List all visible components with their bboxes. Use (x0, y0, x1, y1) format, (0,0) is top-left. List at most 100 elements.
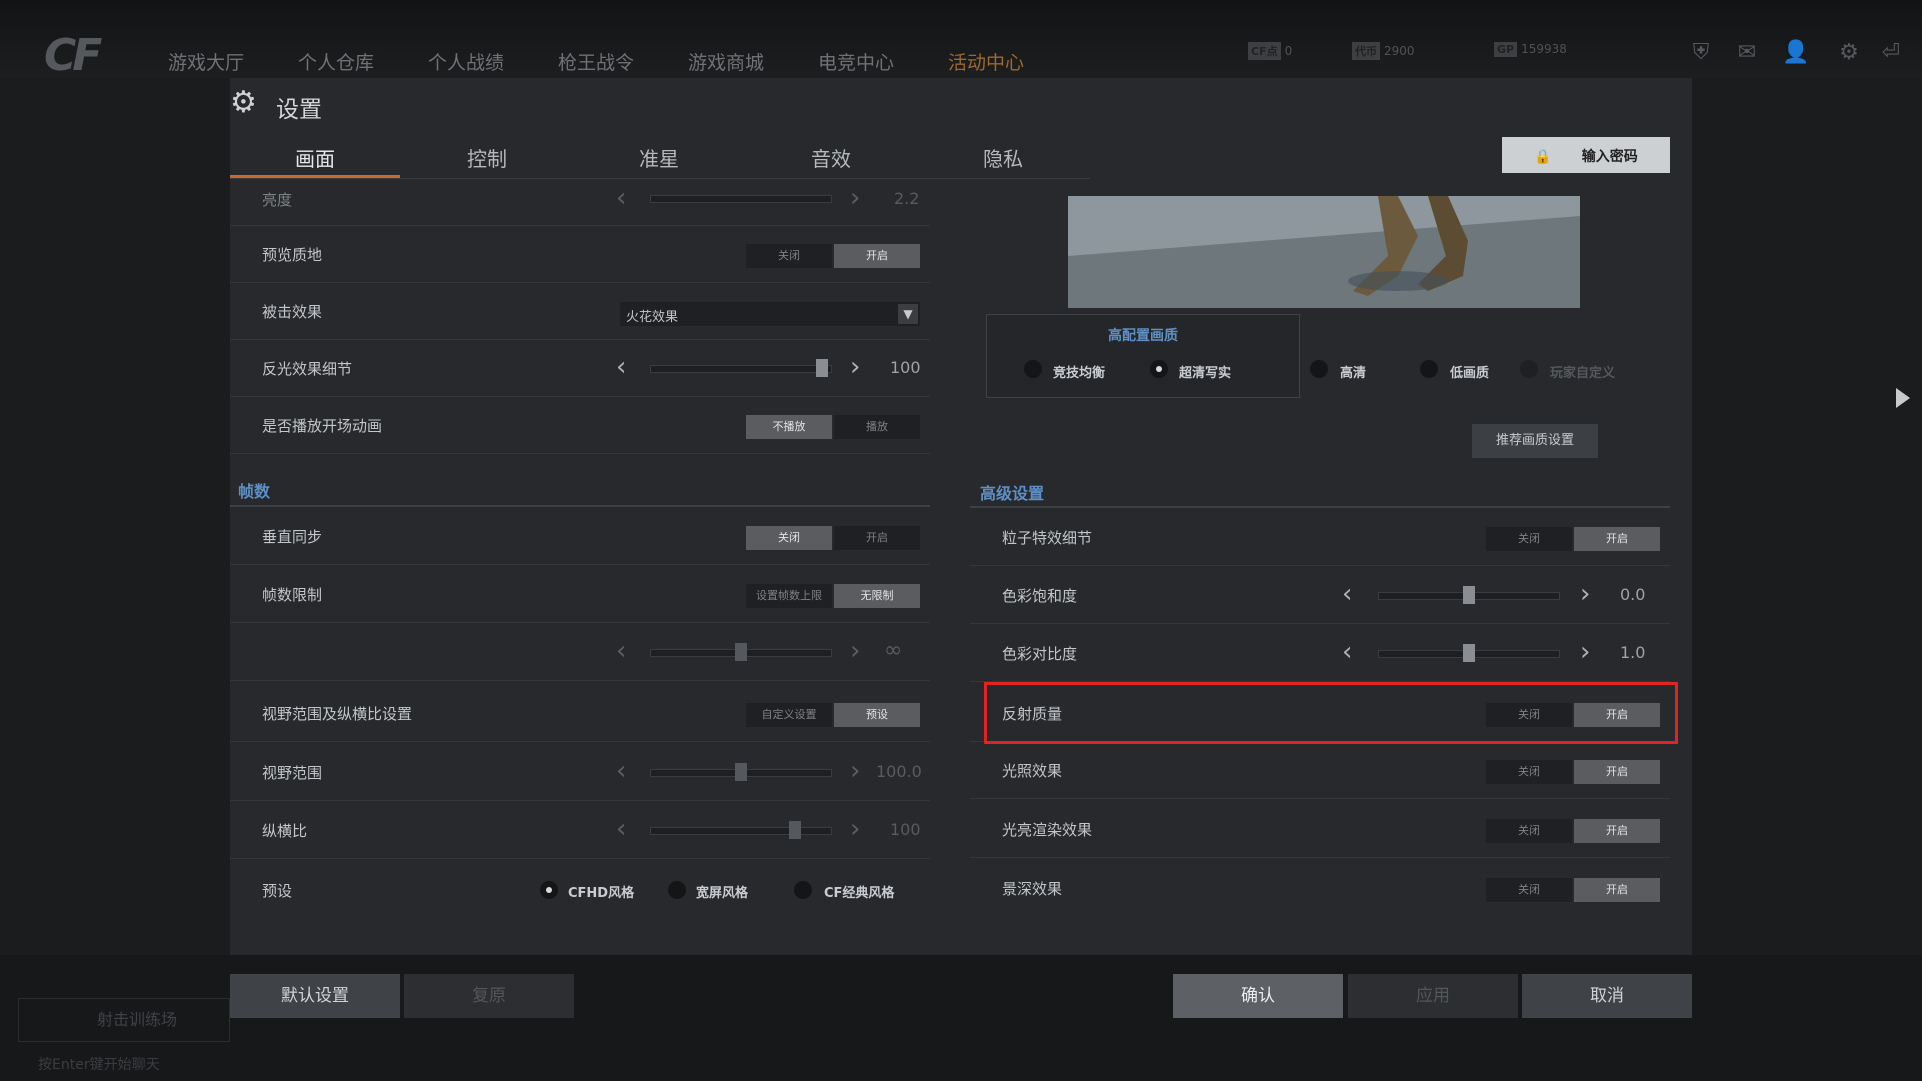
fov-slider[interactable] (650, 763, 832, 781)
chevron-left-icon[interactable]: ‹ (1342, 639, 1352, 665)
chevron-left-icon[interactable]: ‹ (1342, 581, 1352, 607)
particle-toggle: 关闭 开启 (1486, 527, 1660, 551)
brightness-label: 亮度 (262, 191, 293, 209)
chevron-left-icon[interactable]: ‹ (616, 354, 626, 380)
toggle-on[interactable]: 开启 (1574, 527, 1660, 551)
cancel-button[interactable]: 取消 (1522, 974, 1692, 1018)
default-settings-button[interactable]: 默认设置 (230, 974, 400, 1018)
contrast-slider[interactable] (1378, 644, 1560, 662)
chevron-left-icon[interactable]: ‹ (616, 185, 626, 211)
slider-thumb[interactable] (788, 821, 801, 839)
chevron-right-icon[interactable]: › (850, 185, 860, 211)
enter-password-button[interactable]: 🔒 输入密码 (1502, 137, 1670, 173)
nav-esports[interactable]: 电竞中心 (818, 48, 894, 75)
toggle-on[interactable]: 开启 (1574, 819, 1660, 843)
chevron-right-icon[interactable]: › (850, 758, 860, 784)
nav-events[interactable]: 活动中心 (948, 48, 1024, 75)
training-range-button[interactable]: 射击训练场 (18, 998, 230, 1042)
toggle-on[interactable]: 开启 (834, 526, 920, 550)
nav-shop[interactable]: 游戏商城 (688, 48, 764, 75)
friends-icon[interactable]: 👤 (1782, 40, 1809, 66)
slider-thumb[interactable] (735, 643, 747, 661)
particle-row: 粒子特效细节 关闭 开启 (970, 509, 1670, 566)
toggle-off[interactable]: 关闭 (1486, 819, 1572, 843)
vsync-label: 垂直同步 (262, 528, 323, 546)
brightness-value: 2.2 (894, 189, 920, 208)
nav-lobby[interactable]: 游戏大厅 (168, 48, 244, 75)
recommend-quality-button[interactable]: 推荐画质设置 (1472, 424, 1598, 458)
tab-sound[interactable]: 音效 (761, 143, 901, 172)
quality-radio-custom[interactable] (1520, 360, 1538, 378)
toggle-on[interactable]: 开启 (1574, 878, 1660, 902)
saturation-slider[interactable] (1378, 586, 1560, 604)
slider-thumb[interactable] (1463, 586, 1475, 604)
chevron-left-icon[interactable]: ‹ (616, 758, 626, 784)
preset-radio-classic[interactable] (794, 881, 812, 899)
chevron-right-icon[interactable]: › (850, 638, 860, 664)
nav-inventory[interactable]: 个人仓库 (298, 48, 374, 75)
aspect-label: 纵横比 (262, 822, 308, 840)
chevron-right-icon[interactable]: › (850, 354, 860, 380)
chevron-right-icon[interactable]: › (1580, 581, 1590, 607)
tab-graphics[interactable]: 画面 (245, 143, 385, 172)
apply-button[interactable]: 应用 (1348, 974, 1518, 1018)
quality-radio-low[interactable] (1420, 360, 1438, 378)
toggle-off[interactable]: 关闭 (746, 244, 832, 268)
fps-limit-label: 帧数限制 (262, 586, 323, 604)
toggle-off[interactable]: 设置帧数上限 (746, 584, 832, 608)
quality-radio-ultra[interactable] (1150, 360, 1168, 378)
contrast-row: 色彩对比度 ‹ › 1.0 (970, 625, 1670, 682)
reflection-detail-row: 反光效果细节 ‹ › 100 (230, 340, 930, 397)
quality-radio-hd[interactable] (1310, 360, 1328, 378)
slider-thumb[interactable] (815, 359, 828, 377)
chat-tip: 按Enter键开始聊天 (38, 1057, 160, 1073)
brightness-slider[interactable] (650, 195, 832, 203)
shield-icon[interactable]: ⛨ (1688, 40, 1714, 66)
toggle-off[interactable]: 关闭 (1486, 760, 1572, 784)
chevron-right-icon[interactable]: › (1580, 639, 1590, 665)
toggle-off[interactable]: 不播放 (746, 415, 832, 439)
toggle-off[interactable]: 关闭 (1486, 878, 1572, 902)
chevron-left-icon[interactable]: ‹ (616, 638, 626, 664)
play-arrow-icon[interactable] (1896, 388, 1910, 408)
mail-icon[interactable]: ✉ (1734, 40, 1760, 66)
confirm-button[interactable]: 确认 (1173, 974, 1343, 1018)
hit-effect-dropdown[interactable]: 火花效果 ▼ (620, 302, 920, 326)
gear-icon[interactable]: ⚙ (1836, 40, 1862, 66)
chevron-right-icon[interactable]: › (850, 816, 860, 842)
quality-option-label: 竞技均衡 (1053, 366, 1106, 381)
lighting-label: 光照效果 (1002, 762, 1063, 780)
preset-radio-cfhd[interactable] (540, 881, 558, 899)
tab-control[interactable]: 控制 (417, 143, 557, 172)
toggle-on[interactable]: 开启 (834, 244, 920, 268)
aspect-slider[interactable] (650, 821, 832, 839)
exit-icon[interactable]: ⏎ (1878, 40, 1904, 66)
nav-battlepass[interactable]: 枪王战令 (558, 48, 634, 75)
preview-texture-toggle: 关闭 开启 (746, 244, 920, 268)
toggle-on[interactable]: 开启 (1574, 760, 1660, 784)
toggle-on[interactable]: 预设 (834, 703, 920, 727)
tab-crosshair[interactable]: 准星 (589, 143, 729, 172)
restore-button[interactable]: 复原 (404, 974, 574, 1018)
chevron-left-icon[interactable]: ‹ (616, 816, 626, 842)
dialog-title: 设置 (276, 97, 322, 123)
fps-limit-slider[interactable] (650, 643, 832, 661)
slider-thumb[interactable] (1463, 644, 1475, 662)
toggle-on[interactable]: 无限制 (834, 584, 920, 608)
quality-radio-balanced[interactable] (1024, 360, 1042, 378)
tab-privacy[interactable]: 隐私 (933, 143, 1073, 172)
slider-thumb[interactable] (735, 763, 747, 781)
toggle-off[interactable]: 关闭 (1486, 527, 1572, 551)
fps-limit-row: 帧数限制 设置帧数上限 无限制 (230, 566, 930, 623)
toggle-on[interactable]: 播放 (834, 415, 920, 439)
currency-gp: GP 159938 (1494, 42, 1567, 57)
toggle-off[interactable]: 关闭 (746, 526, 832, 550)
preset-radio-wide[interactable] (668, 881, 686, 899)
nav-record[interactable]: 个人战绩 (428, 48, 504, 75)
toggle-off[interactable]: 自定义设置 (746, 703, 832, 727)
chevron-down-icon[interactable]: ▼ (898, 304, 918, 324)
fov-aspect-toggle: 自定义设置 预设 (746, 703, 920, 727)
reflection-detail-slider[interactable] (650, 359, 832, 377)
advanced-section-title: 高级设置 (980, 484, 1045, 503)
graphics-preview-image (1068, 196, 1580, 308)
